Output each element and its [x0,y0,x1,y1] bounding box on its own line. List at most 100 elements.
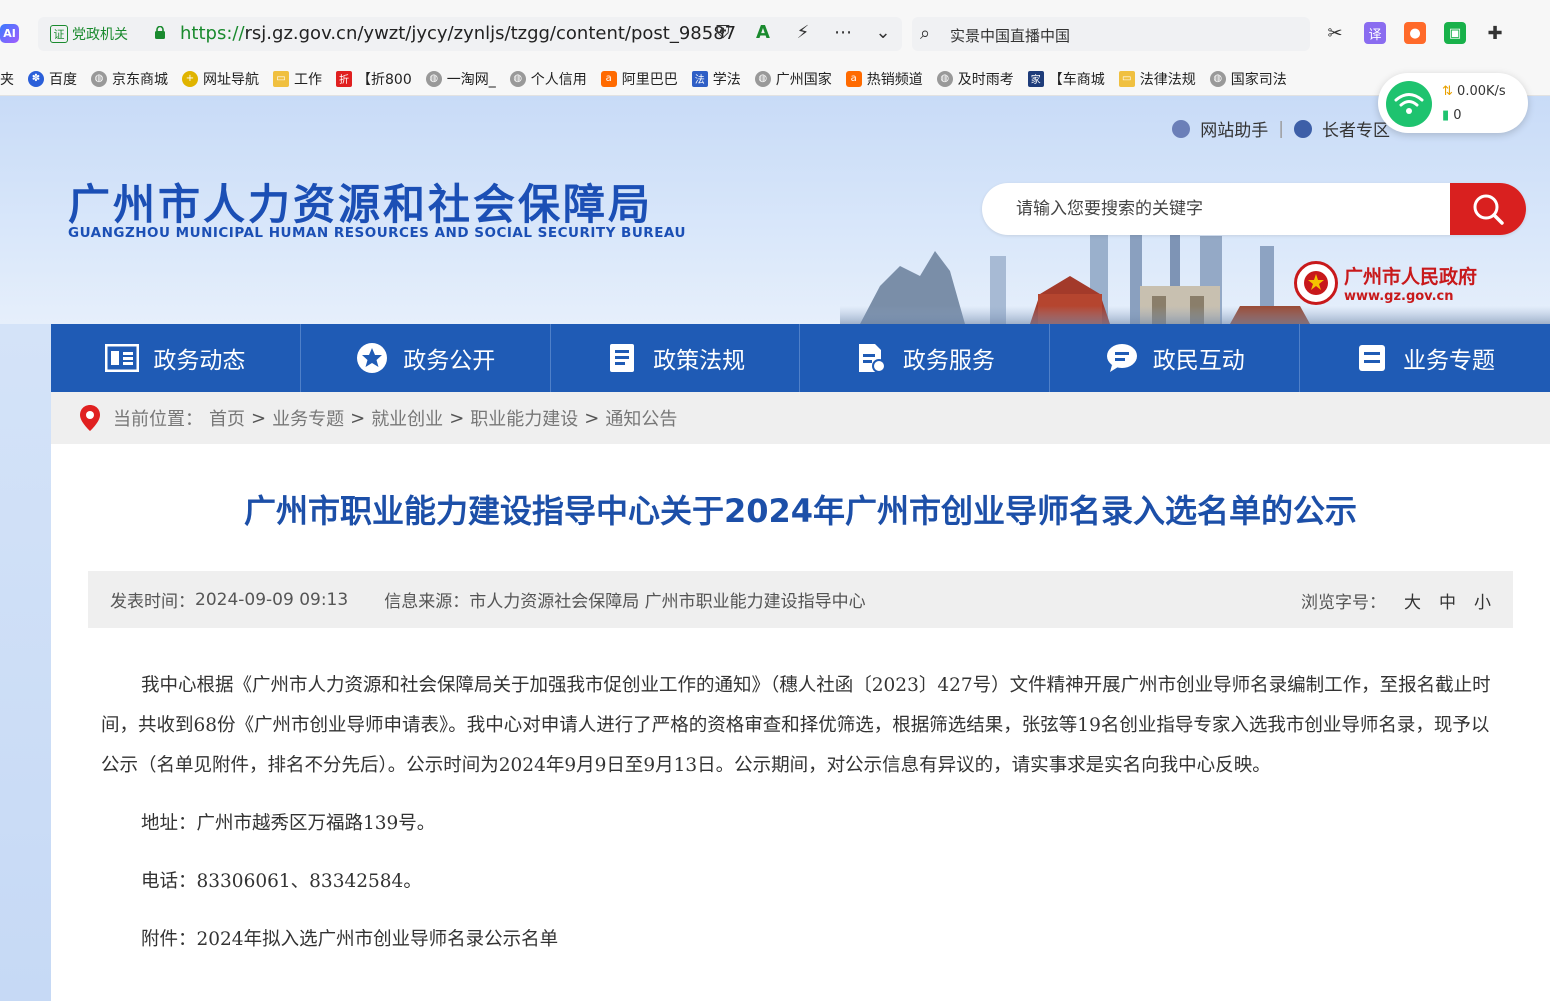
nav-label: 政务服务 [902,348,995,374]
site-title[interactable]: 广州市人力资源和社会保障局 [68,171,653,232]
alibaba-icon: a [845,70,862,87]
bookmark-item[interactable]: ◍ 及时雨考 [936,69,1014,89]
bookmark-item[interactable]: a 热销频道 [845,69,923,89]
nav-item-interaction[interactable]: 政民互动 [1050,324,1301,392]
bookmarks-bar: 夹 ✽ 百度 ◍ 京东商城 + 网址导航 ▭ 工作 折【折800 ◍ 一淘网_ ◍ 个人信用… [0,62,1550,96]
article-body: 我中心根据《广州市人力资源和社会保障局关于加强我市促创业工作的通知》（穗人社函〔… [101,666,1496,960]
article-attachment[interactable]: 附件：2024年拟入选广州市创业导师名录公示名单 [101,920,1496,960]
assistant-icon [1172,119,1191,138]
nav-item-open[interactable]: 政务公开 [301,324,551,392]
nav-item-service[interactable]: 政务服务 [800,324,1051,392]
bookmark-item[interactable]: ✽ 百度 [28,69,77,89]
font-size-label: 浏览字号： [1301,593,1386,613]
font-size-small-button[interactable]: 小 [1474,588,1491,613]
article-meta: 发表时间： 2024-09-09 09:13 信息来源： 市人力资源社会保障局 … [88,571,1513,628]
article-phone: 电话：83306061、83342584。 [141,871,422,892]
more-icon[interactable]: ⋯ [832,22,854,43]
utility-links: 网站助手 | 长者专区 [1172,116,1390,141]
browser-toolbar: AI 证 党政机关 https://rsj.gz.gov.cn/ywzt/jyc… [0,0,1550,62]
folder-icon: ▭ [1118,70,1135,87]
baidu-icon: ✽ [28,70,44,87]
network-speed-widget[interactable]: ⇅ 0.00K/s ▮ 0 [1378,73,1528,133]
url-text[interactable]: https://rsj.gz.gov.cn/ywzt/jycy/zynljs/t… [180,23,736,44]
folder-icon: ▭ [273,70,289,87]
extension-icon[interactable]: ✚ [1484,22,1506,44]
document-icon [605,341,639,375]
chat-icon [1105,341,1139,375]
font-size-large-button[interactable]: 大 [1404,588,1421,613]
translate-icon[interactable]: 译 [1364,22,1386,44]
nav-label: 政民互动 [1152,348,1245,374]
star-icon [355,341,389,375]
bookmark-item[interactable]: ◍ 国家司法 [1209,69,1287,89]
reader-icon[interactable]: ▣ [1444,22,1466,44]
site-subtitle: GUANGZHOU MUNICIPAL HUMAN RESOURCES AND … [68,225,686,241]
bookmark-item[interactable]: ◍ 一淘网_ [425,69,496,89]
breadcrumb-notices[interactable]: 通知公告 [605,405,677,431]
law-icon: 法 [691,70,708,87]
bookmark-item[interactable]: + 网址导航 [182,69,259,89]
bookmark-item[interactable]: ◍ 个人信用 [509,69,587,89]
net-speed: ⇅ 0.00K/s [1442,84,1506,99]
gov-logo[interactable]: 广州市人民政府 www.gz.gov.cn [1294,261,1477,305]
scissors-icon[interactable]: ✂ [1324,22,1346,44]
nav-label: 政务动态 [153,348,246,374]
bookmark-item[interactable]: 家【车商城 [1027,69,1105,89]
car-icon: 家 [1027,70,1044,87]
elder-zone-link[interactable]: 长者专区 [1322,116,1390,141]
chevron-down-icon[interactable]: ⌄ [872,22,894,43]
globe-icon: ◍ [754,70,771,87]
globe-icon: ◍ [936,70,953,87]
lock-icon [155,26,165,39]
lightning-icon[interactable]: ⚡ [792,22,814,43]
bookmark-item[interactable]: 夹 [0,69,14,89]
breadcrumb-topics[interactable]: 业务专题 [272,405,344,431]
publish-label: 发表时间： [110,592,195,612]
search-icon [1473,194,1504,225]
cert-label: 党政机关 [72,27,128,43]
breadcrumb-employment[interactable]: 就业创业 [371,405,443,431]
nav-label: 政策法规 [653,348,746,374]
nav-item-news[interactable]: 政务动态 [51,324,301,392]
left-margin [0,324,51,1001]
article: 广州市职业能力建设指导中心关于2024年广州市创业导师名录入选名单的公示 发表时… [51,444,1550,1001]
list-icon [1355,341,1389,375]
address-bar[interactable]: 证 党政机关 https://rsj.gz.gov.cn/ywzt/jycy/z… [38,17,902,51]
news-icon [105,341,140,375]
breadcrumb-vocational[interactable]: 职业能力建设 [470,405,578,431]
wifi-icon [1386,81,1432,127]
gov-url: www.gz.gov.cn [1344,289,1454,304]
bookmark-item[interactable]: ◍ 广州国家 [754,69,832,89]
font-size-medium-button[interactable]: 中 [1439,588,1456,613]
globe-icon: ◍ [509,70,526,87]
bookmark-item[interactable]: 法学法 [691,69,741,89]
article-title: 广州市职业能力建设指导中心关于2024年广州市创业导师名录入选名单的公示 [243,492,1358,530]
location-pin-icon [80,405,100,431]
cert-badge[interactable]: 证 党政机关 [50,24,128,44]
shield-icon[interactable]: ⛨ [712,22,734,43]
nav-item-policy[interactable]: 政策法规 [551,324,801,392]
site-search-input[interactable] [982,183,1452,235]
read-aloud-icon[interactable]: A [752,22,774,43]
bookmark-item[interactable]: ▭ 法律法规 [1118,69,1196,89]
article-paragraph: 我中心根据《广州市人力资源和社会保障局关于加强我市促创业工作的通知》（穗人社函〔… [101,675,1491,776]
browser-search[interactable]: ⌕ 实景中国直播中国 [912,17,1310,51]
site-search-button[interactable] [1450,183,1526,235]
gov-name: 广州市人民政府 [1344,266,1478,288]
breadcrumb-sep: > [584,407,600,429]
site-assistant-link[interactable]: 网站助手 [1200,116,1268,141]
certificate-icon: 证 [50,25,68,43]
browser-search-text[interactable]: 实景中国直播中国 [950,25,1070,46]
breadcrumb-home[interactable]: 首页 [209,405,245,431]
game-icon[interactable]: ● [1404,22,1426,44]
national-emblem-icon [1294,261,1338,305]
ai-assistant-icon[interactable]: AI [0,24,19,43]
breadcrumb-sep: > [449,407,465,429]
site-header: 网站助手 | 长者专区 广州市人力资源和社会保障局 GUANGZHOU MUNI… [0,96,1550,324]
bookmark-item[interactable]: ▭ 工作 [273,69,322,89]
publish-time: 2024-09-09 09:13 [195,589,349,610]
bookmark-item[interactable]: 折【折800 [336,69,412,89]
bookmark-item[interactable]: ◍ 京东商城 [91,69,168,89]
bookmark-item[interactable]: a 阿里巴巴 [600,69,678,89]
nav-item-topics[interactable]: 业务专题 [1300,324,1550,392]
